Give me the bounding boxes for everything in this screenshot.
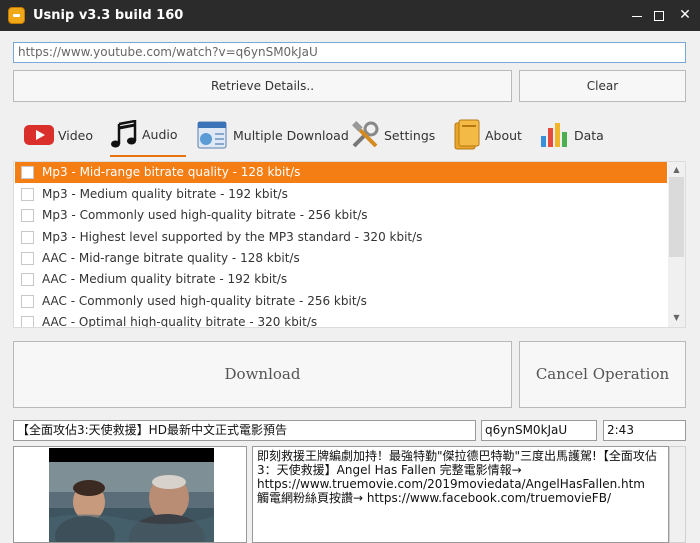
youtube-play-icon: [24, 125, 54, 145]
close-button[interactable]: ✕: [668, 0, 700, 31]
list-item[interactable]: AAC - Commonly used high-quality bitrate…: [15, 291, 667, 312]
list-item[interactable]: AAC - Mid-range bitrate quality - 128 kb…: [15, 248, 667, 269]
title-bar: Usnip v3.3 build 160 ✕: [0, 0, 700, 31]
list-item[interactable]: Mp3 - Mid-range bitrate quality - 128 kb…: [15, 162, 667, 183]
list-item[interactable]: AAC - Optimal high-quality bitrate - 320…: [15, 312, 667, 327]
description-scrollbar[interactable]: [669, 446, 686, 543]
tab-data[interactable]: Data: [540, 114, 604, 156]
list-item[interactable]: Mp3 - Commonly used high-quality bitrate…: [15, 205, 667, 226]
duration-field[interactable]: 2:43: [603, 420, 686, 441]
tab-label: About: [485, 127, 522, 143]
tab-label: Multiple Download: [233, 127, 349, 143]
tab-settings[interactable]: Settings: [350, 114, 435, 156]
multiple-download-icon: [197, 121, 227, 149]
video-description[interactable]: 即刻救援王牌編劇加持！最強特勤"傑拉德巴特勒"三度出馬護駕!【全面攻佔3：天使救…: [252, 446, 669, 543]
cancel-operation-button[interactable]: Cancel Operation: [519, 341, 686, 408]
scroll-down-icon[interactable]: ▼: [668, 313, 685, 322]
books-icon: [454, 119, 480, 150]
checkbox[interactable]: [21, 209, 34, 222]
app-icon: [8, 7, 25, 24]
format-list[interactable]: Mp3 - Mid-range bitrate quality - 128 kb…: [13, 161, 686, 328]
minimize-icon: [632, 16, 642, 17]
scroll-thumb[interactable]: [669, 177, 684, 257]
tab-about[interactable]: About: [453, 114, 522, 156]
download-button[interactable]: Download: [13, 341, 512, 408]
checkbox[interactable]: [21, 295, 34, 308]
tab-label: Data: [574, 127, 604, 143]
tab-multiple-download[interactable]: Multiple Download: [197, 114, 349, 156]
scroll-up-icon[interactable]: ▲: [668, 165, 685, 174]
list-item[interactable]: Mp3 - Highest level supported by the MP3…: [15, 227, 667, 248]
tab-label: Audio: [142, 127, 178, 142]
video-title-field[interactable]: 【全面攻佔3:天使救援】HD最新中文正式電影預告: [13, 420, 476, 441]
tab-video[interactable]: Video: [24, 114, 93, 156]
checkbox[interactable]: [21, 316, 34, 327]
list-item[interactable]: Mp3 - Medium quality bitrate - 192 kbit/…: [15, 184, 667, 205]
checkbox[interactable]: [21, 166, 34, 179]
checkbox[interactable]: [21, 188, 34, 201]
video-id-field[interactable]: q6ynSM0kJaU: [481, 420, 597, 441]
url-input[interactable]: https://www.youtube.com/watch?v=q6ynSM0k…: [13, 42, 686, 63]
checkbox[interactable]: [21, 273, 34, 286]
close-icon: ✕: [679, 7, 691, 23]
list-scrollbar[interactable]: ▲ ▼: [668, 162, 685, 327]
window-title: Usnip v3.3 build 160: [33, 8, 184, 23]
video-thumbnail: [49, 448, 214, 542]
tools-icon: [352, 121, 379, 148]
maximize-icon: [654, 11, 664, 21]
bar-chart-icon: [541, 123, 567, 147]
checkbox[interactable]: [21, 231, 34, 244]
tab-label: Video: [58, 127, 94, 143]
music-note-icon: [111, 119, 137, 147]
thumbnail-panel: [13, 446, 247, 543]
tab-audio[interactable]: Audio: [110, 114, 186, 157]
retrieve-details-button[interactable]: Retrieve Details..: [13, 70, 512, 102]
thumbnail-image: [49, 448, 214, 542]
tab-label: Settings: [384, 127, 436, 143]
list-item[interactable]: AAC - Medium quality bitrate - 192 kbit/…: [15, 269, 667, 290]
clear-button[interactable]: Clear: [519, 70, 686, 102]
checkbox[interactable]: [21, 252, 34, 265]
